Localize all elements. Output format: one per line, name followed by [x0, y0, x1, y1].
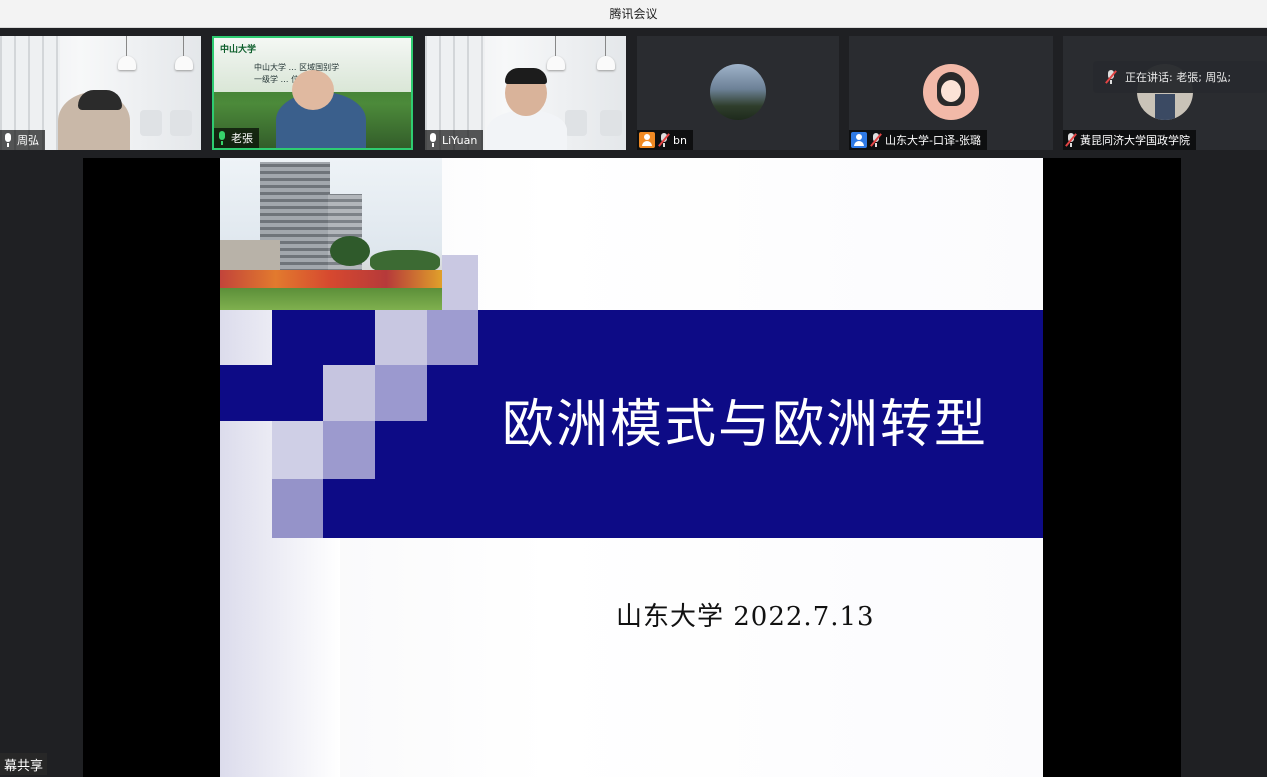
campus-photo — [220, 158, 442, 310]
participant-avatar — [710, 64, 766, 120]
participant-tile-2[interactable]: 中山大学 中山大学 … 区域国别学 一级学 … 位授权点 老張 — [212, 36, 413, 150]
participant-tile-6[interactable]: 黃昆同济大学国政学院 — [1063, 36, 1267, 150]
participant-tile-4[interactable]: bn — [637, 36, 839, 150]
participant-label: LiYuan — [425, 130, 484, 150]
participant-label: 山东大学-口译-张璐 — [849, 130, 987, 150]
user-icon — [639, 132, 655, 148]
speaking-indicator: 正在讲话: 老張; 周弘; — [1093, 61, 1267, 93]
mic-muted-icon — [870, 133, 882, 147]
participant-label: 周弘 — [0, 130, 45, 150]
participant-tile-1[interactable]: 周弘 — [0, 36, 201, 150]
participant-tile-3[interactable]: LiYuan — [425, 36, 626, 150]
screen-share-area: 欧洲模式与欧洲转型 山东大学 2022.7.13 — [0, 154, 1267, 777]
participant-strip: 周弘 中山大学 中山大学 … 区域国别学 一级学 … 位授权点 老張 LiYua… — [0, 28, 1267, 154]
window-title-bar: 腾讯会议 — [0, 0, 1267, 28]
slide-title: 欧洲模式与欧洲转型 — [502, 395, 989, 455]
participant-label: bn — [637, 130, 693, 150]
presentation-slide: 欧洲模式与欧洲转型 山东大学 2022.7.13 — [220, 158, 1043, 777]
screen-share-tag[interactable]: 幕共享 — [0, 753, 48, 775]
mic-muted-icon — [1065, 133, 1077, 147]
participant-avatar — [923, 64, 979, 120]
mic-icon — [2, 133, 14, 147]
mic-icon — [427, 133, 439, 147]
slide-subtitle: 山东大学 2022.7.13 — [616, 602, 875, 632]
user-icon — [851, 132, 867, 148]
participant-label: 黃昆同济大学国政学院 — [1063, 130, 1196, 150]
mic-muted-icon — [658, 133, 670, 147]
participant-video — [487, 110, 567, 150]
mic-muted-icon — [1105, 70, 1117, 84]
participant-label: 老張 — [214, 128, 259, 148]
mic-active-icon — [216, 131, 228, 145]
window-title: 腾讯会议 — [609, 7, 658, 21]
participant-tile-5[interactable]: 山东大学-口译-张璐 — [849, 36, 1053, 150]
